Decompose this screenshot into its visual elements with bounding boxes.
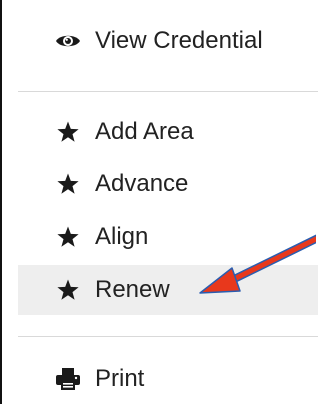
dropdown-menu: View Credential Add Area Advance Align R… bbox=[18, 0, 318, 404]
menu-item-label: View Credential bbox=[95, 27, 263, 54]
menu-item-renew[interactable]: Renew bbox=[18, 265, 318, 315]
menu-item-label: Print bbox=[95, 365, 145, 392]
menu-item-label: Renew bbox=[95, 276, 170, 303]
printer-icon bbox=[55, 366, 81, 392]
menu-item-view-credential[interactable]: View Credential bbox=[18, 16, 318, 66]
star-icon bbox=[55, 171, 81, 197]
menu-item-print[interactable]: Print bbox=[18, 354, 318, 404]
menu-item-align[interactable]: Align bbox=[18, 212, 318, 262]
star-icon bbox=[55, 224, 81, 250]
star-icon bbox=[55, 119, 81, 145]
menu-divider bbox=[18, 91, 318, 92]
menu-divider bbox=[18, 336, 318, 337]
eye-icon bbox=[55, 28, 81, 54]
menu-item-label: Align bbox=[95, 223, 149, 250]
star-icon bbox=[55, 277, 81, 303]
screenshot-frame: View Credential Add Area Advance Align R… bbox=[0, 0, 318, 404]
menu-item-label: Advance bbox=[95, 170, 189, 197]
menu-item-label: Add Area bbox=[95, 118, 194, 145]
menu-item-advance[interactable]: Advance bbox=[18, 159, 318, 209]
menu-item-add-area[interactable]: Add Area bbox=[18, 107, 318, 157]
